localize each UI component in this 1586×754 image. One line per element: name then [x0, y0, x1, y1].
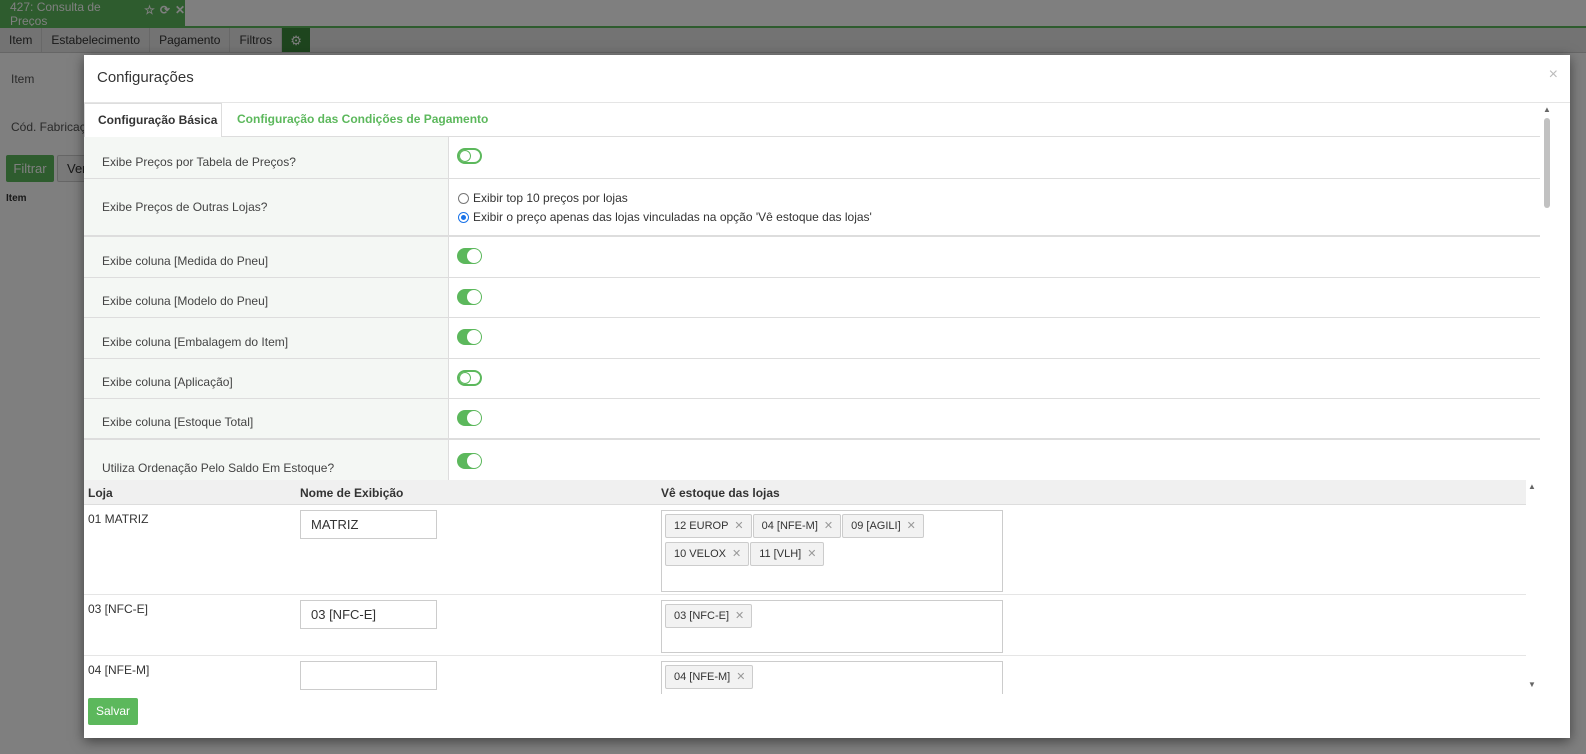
- toggle-modelo-pneu[interactable]: [457, 289, 482, 305]
- store-tag: 03 [NFC-E] ✕: [665, 604, 753, 628]
- remove-tag-icon[interactable]: ✕: [734, 520, 743, 532]
- tag-label: 09 [AGILI]: [851, 520, 901, 532]
- column-header-nome-exibicao: Nome de Exibição: [300, 486, 404, 500]
- setting-label: Exibe coluna [Aplicação]: [84, 359, 449, 398]
- toggle-embalagem-item[interactable]: [457, 329, 482, 345]
- tag-label: 12 EUROP: [674, 520, 729, 532]
- radio-option-lojas-vinculadas[interactable]: Exibir o preço apenas das lojas vinculad…: [458, 210, 872, 224]
- table-row: 01 MATRIZ 12 EUROP✕04 [NFE-M]✕09 [AGILI]…: [84, 505, 1526, 595]
- stores-grid: Loja Nome de Exibição Vê estoque das loj…: [84, 480, 1526, 694]
- tag-label: 03 [NFC-E]: [674, 610, 730, 622]
- remove-tag-icon[interactable]: ✕: [807, 548, 816, 560]
- tag-label: 04 [NFE-M]: [761, 520, 818, 532]
- grid-header: Loja Nome de Exibição Vê estoque das loj…: [84, 480, 1526, 505]
- toggle-tabela-precos[interactable]: [457, 148, 482, 164]
- radio-button[interactable]: [458, 192, 469, 204]
- lojas-tag-select[interactable]: 12 EUROP ✕ 04 [NFE-M] ✕ 09 [AGILI] ✕ 10 VELOX ✕…: [661, 510, 1003, 592]
- store-tag: 09 [AGILI] ✕: [842, 514, 924, 538]
- column-header-loja: Loja: [88, 486, 113, 500]
- radio-label: Exibir o preço apenas das lojas vinculad…: [473, 210, 872, 224]
- cell-loja: 03 [NFC-E]: [88, 602, 149, 616]
- remove-tag-icon[interactable]: ✕: [732, 548, 741, 560]
- configuracoes-modal: Configurações × Configuração Básica Conf…: [84, 55, 1570, 738]
- table-row: 03 [NFC-E] 03 [NFC-E] ✕: [84, 595, 1526, 656]
- modal-tabs: Configuração Básica Configuração das Con…: [84, 103, 1540, 138]
- setting-label: Exibe coluna [Embalagem do Item]: [84, 318, 449, 358]
- toggle-ordenacao-saldo[interactable]: [457, 453, 482, 469]
- cell-loja: 01 MATRIZ: [88, 512, 149, 526]
- cell-loja: 04 [NFE-M]: [88, 663, 150, 677]
- settings-list: Exibe Preços por Tabela de Preços? Exibe…: [84, 137, 1540, 480]
- setting-row: Exibe coluna [Medida do Pneu]: [84, 237, 1540, 278]
- tab-configuracao-basica[interactable]: Configuração Básica: [84, 103, 222, 138]
- setting-row: Exibe coluna [Modelo do Pneu]: [84, 278, 1540, 318]
- remove-tag-icon[interactable]: ✕: [736, 671, 745, 683]
- grid-scrollbar[interactable]: ▲ ▼: [1526, 480, 1540, 694]
- setting-row: Exibe Preços por Tabela de Preços?: [84, 137, 1540, 179]
- scroll-up-icon[interactable]: ▲: [1543, 105, 1551, 114]
- nome-exibicao-input[interactable]: [300, 661, 437, 690]
- setting-label: Exibe Preços de Outras Lojas?: [84, 179, 449, 235]
- radio-label: Exibir top 10 preços por lojas: [473, 191, 628, 205]
- lojas-tag-select[interactable]: 04 [NFE-M] ✕: [661, 661, 1003, 694]
- remove-tag-icon[interactable]: ✕: [824, 520, 833, 532]
- scroll-up-icon[interactable]: ▲: [1528, 482, 1536, 491]
- lojas-tag-select[interactable]: 03 [NFC-E] ✕: [661, 600, 1003, 653]
- column-header-ve-estoque: Vê estoque das lojas: [661, 486, 780, 500]
- radio-option-top10[interactable]: Exibir top 10 preços por lojas: [458, 191, 628, 205]
- table-row: 04 [NFE-M] 04 [NFE-M] ✕: [84, 656, 1526, 694]
- setting-label: Exibe coluna [Medida do Pneu]: [84, 237, 449, 277]
- setting-label: Utiliza Ordenação Pelo Saldo Em Estoque?: [84, 440, 449, 480]
- tag-label: 10 VELOX: [674, 548, 726, 560]
- setting-row: Utiliza Ordenação Pelo Saldo Em Estoque?: [84, 440, 1540, 480]
- remove-tag-icon[interactable]: ✕: [735, 610, 744, 622]
- tag-label: 04 [NFE-M]: [674, 671, 731, 683]
- salvar-button[interactable]: Salvar: [88, 698, 138, 725]
- store-tag: 11 [VLH] ✕: [750, 542, 825, 566]
- toggle-aplicacao[interactable]: [457, 370, 482, 386]
- setting-row: Exibe Preços de Outras Lojas? Exibir top…: [84, 179, 1540, 237]
- radio-button[interactable]: [458, 211, 469, 223]
- setting-row: Exibe coluna [Embalagem do Item]: [84, 318, 1540, 359]
- remove-tag-icon[interactable]: ✕: [907, 520, 916, 532]
- modal-title: Configurações: [97, 69, 194, 86]
- tab-configuracao-condicoes-pagamento[interactable]: Configuração das Condições de Pagamento: [237, 103, 488, 137]
- scroll-down-icon[interactable]: ▼: [1528, 680, 1536, 689]
- store-tag: 10 VELOX ✕: [665, 542, 750, 566]
- settings-scrollbar[interactable]: ▲: [1540, 105, 1554, 483]
- setting-label: Exibe Preços por Tabela de Preços?: [84, 137, 449, 178]
- nome-exibicao-input[interactable]: [300, 510, 437, 539]
- setting-row: Exibe coluna [Estoque Total]: [84, 399, 1540, 440]
- scrollbar-thumb[interactable]: [1544, 118, 1550, 208]
- store-tag: 04 [NFE-M] ✕: [752, 514, 842, 538]
- modal-header: Configurações ×: [84, 55, 1570, 103]
- close-icon[interactable]: ×: [1549, 66, 1558, 84]
- toggle-medida-pneu[interactable]: [457, 248, 482, 264]
- store-tag: 12 EUROP ✕: [665, 514, 752, 538]
- setting-row: Exibe coluna [Aplicação]: [84, 359, 1540, 399]
- setting-label: Exibe coluna [Estoque Total]: [84, 399, 449, 438]
- setting-label: Exibe coluna [Modelo do Pneu]: [84, 278, 449, 317]
- store-tag: 04 [NFE-M] ✕: [665, 665, 754, 689]
- toggle-estoque-total[interactable]: [457, 410, 482, 426]
- tag-label: 11 [VLH]: [759, 548, 802, 560]
- nome-exibicao-input[interactable]: [300, 600, 437, 629]
